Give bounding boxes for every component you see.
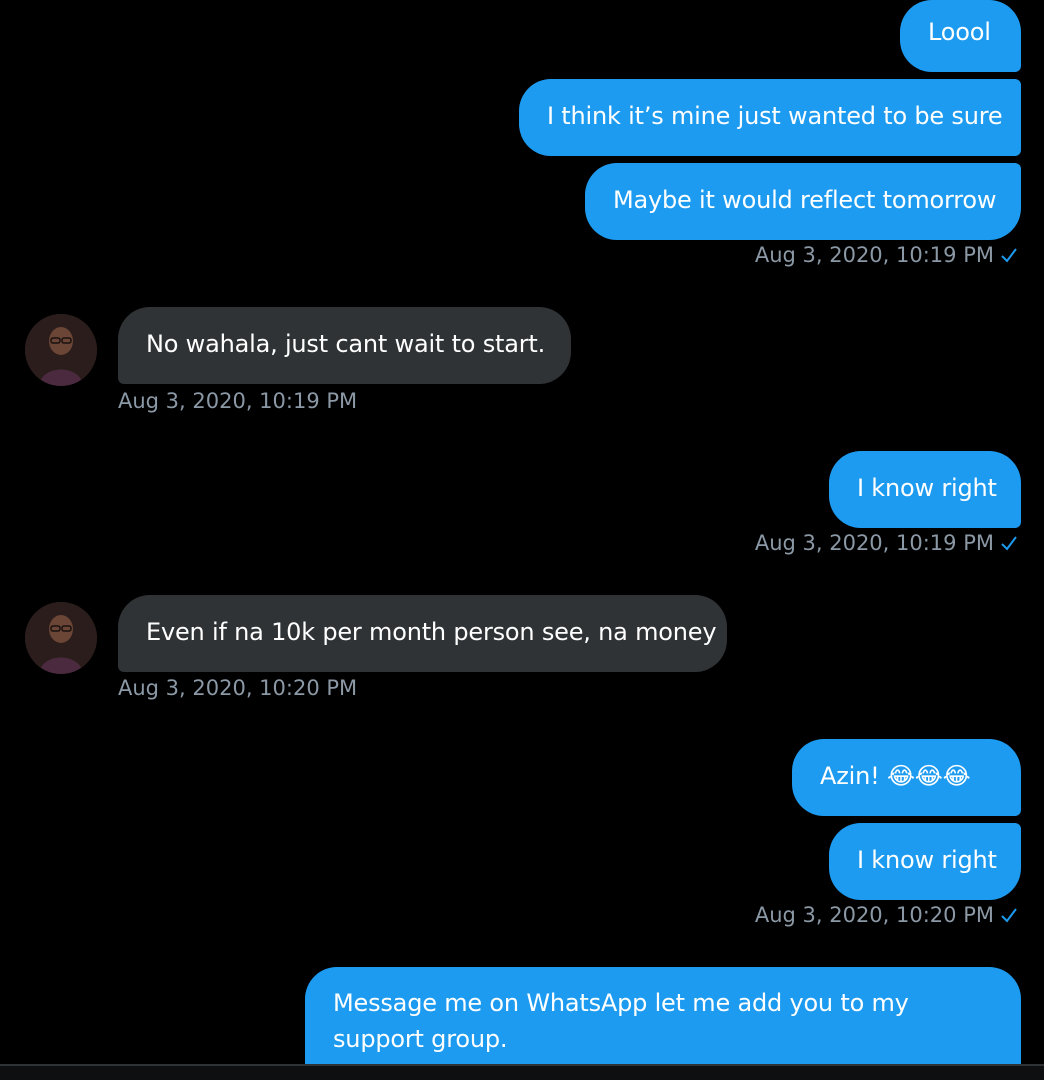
message-bubble-outgoing[interactable]: I think it’s mine just wanted to be sure — [519, 79, 1021, 156]
message-bubble-outgoing[interactable]: I know right — [829, 823, 1021, 900]
message-text: Loool — [928, 18, 991, 46]
message-text: Even if na 10k per month person see, na … — [146, 618, 717, 646]
message-bubble-outgoing[interactable]: Azin! 😂😂😂 — [792, 739, 1021, 816]
message-bubble-incoming[interactable]: Even if na 10k per month person see, na … — [118, 595, 727, 672]
message-timestamp: Aug 3, 2020, 10:20 PM — [118, 676, 358, 700]
message-text: No wahala, just cant wait to start. — [146, 330, 546, 358]
message-bubble-outgoing[interactable]: Loool — [900, 0, 1021, 72]
message-bubble-outgoing[interactable]: I know right — [829, 451, 1021, 528]
avatar-image — [25, 602, 97, 674]
message-text: Maybe it would reflect tomorrow — [613, 186, 997, 214]
message-timestamp: Aug 3, 2020, 10:19 PM — [755, 531, 1018, 555]
checkmark-icon — [1001, 248, 1017, 263]
message-timestamp: Aug 3, 2020, 10:19 PM — [755, 243, 1018, 267]
message-bubble-outgoing[interactable]: Maybe it would reflect tomorrow — [585, 163, 1021, 240]
message-timestamp: Aug 3, 2020, 10:19 PM — [118, 389, 358, 413]
checkmark-icon — [1001, 536, 1017, 551]
dm-conversation: Loool I think it’s mine just wanted to b… — [0, 0, 1044, 1080]
message-text: I think it’s mine just wanted to be sure — [547, 102, 1003, 130]
message-text: I know right — [857, 474, 997, 502]
message-bubble-incoming[interactable]: No wahala, just cant wait to start. — [118, 307, 571, 384]
avatar-image — [25, 314, 97, 386]
message-timestamp: Aug 3, 2020, 10:20 PM — [755, 903, 1018, 927]
message-text: Message me on WhatsApp let me add you to… — [333, 989, 909, 1053]
avatar[interactable] — [25, 314, 97, 386]
message-text: I know right — [857, 846, 997, 874]
composer-bar — [0, 1064, 1044, 1080]
checkmark-icon — [1001, 908, 1017, 923]
avatar[interactable] — [25, 602, 97, 674]
message-text: Azin! 😂😂😂 — [820, 762, 971, 790]
